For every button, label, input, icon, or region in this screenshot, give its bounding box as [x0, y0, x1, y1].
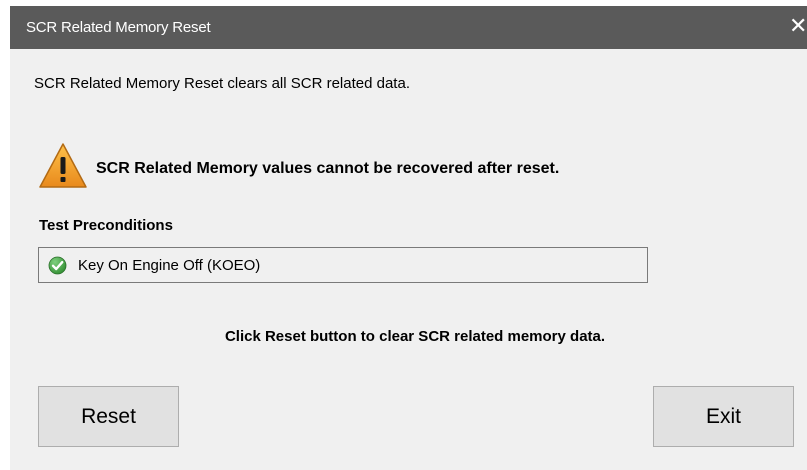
- warning-text: SCR Related Memory values cannot be reco…: [96, 160, 560, 177]
- preconditions-list: Key On Engine Off (KOEO): [38, 247, 648, 283]
- precondition-label: Key On Engine Off (KOEO): [78, 257, 261, 274]
- dialog-window: SCR Related Memory Reset ✕ SCR Related M…: [10, 6, 807, 470]
- close-icon[interactable]: ✕: [789, 16, 807, 38]
- window-title: SCR Related Memory Reset: [26, 19, 211, 36]
- preconditions-heading: Test Preconditions: [39, 217, 173, 234]
- warning-triangle-icon: [39, 143, 87, 188]
- description-text: SCR Related Memory Reset clears all SCR …: [34, 75, 410, 92]
- reset-button[interactable]: Reset: [38, 386, 179, 447]
- check-circle-icon: [48, 256, 67, 275]
- title-bar[interactable]: SCR Related Memory Reset ✕: [10, 6, 807, 49]
- exit-button[interactable]: Exit: [653, 386, 794, 447]
- instruction-text: Click Reset button to clear SCR related …: [224, 328, 606, 345]
- warning-message: SCR Related Memory values cannot be reco…: [38, 142, 778, 194]
